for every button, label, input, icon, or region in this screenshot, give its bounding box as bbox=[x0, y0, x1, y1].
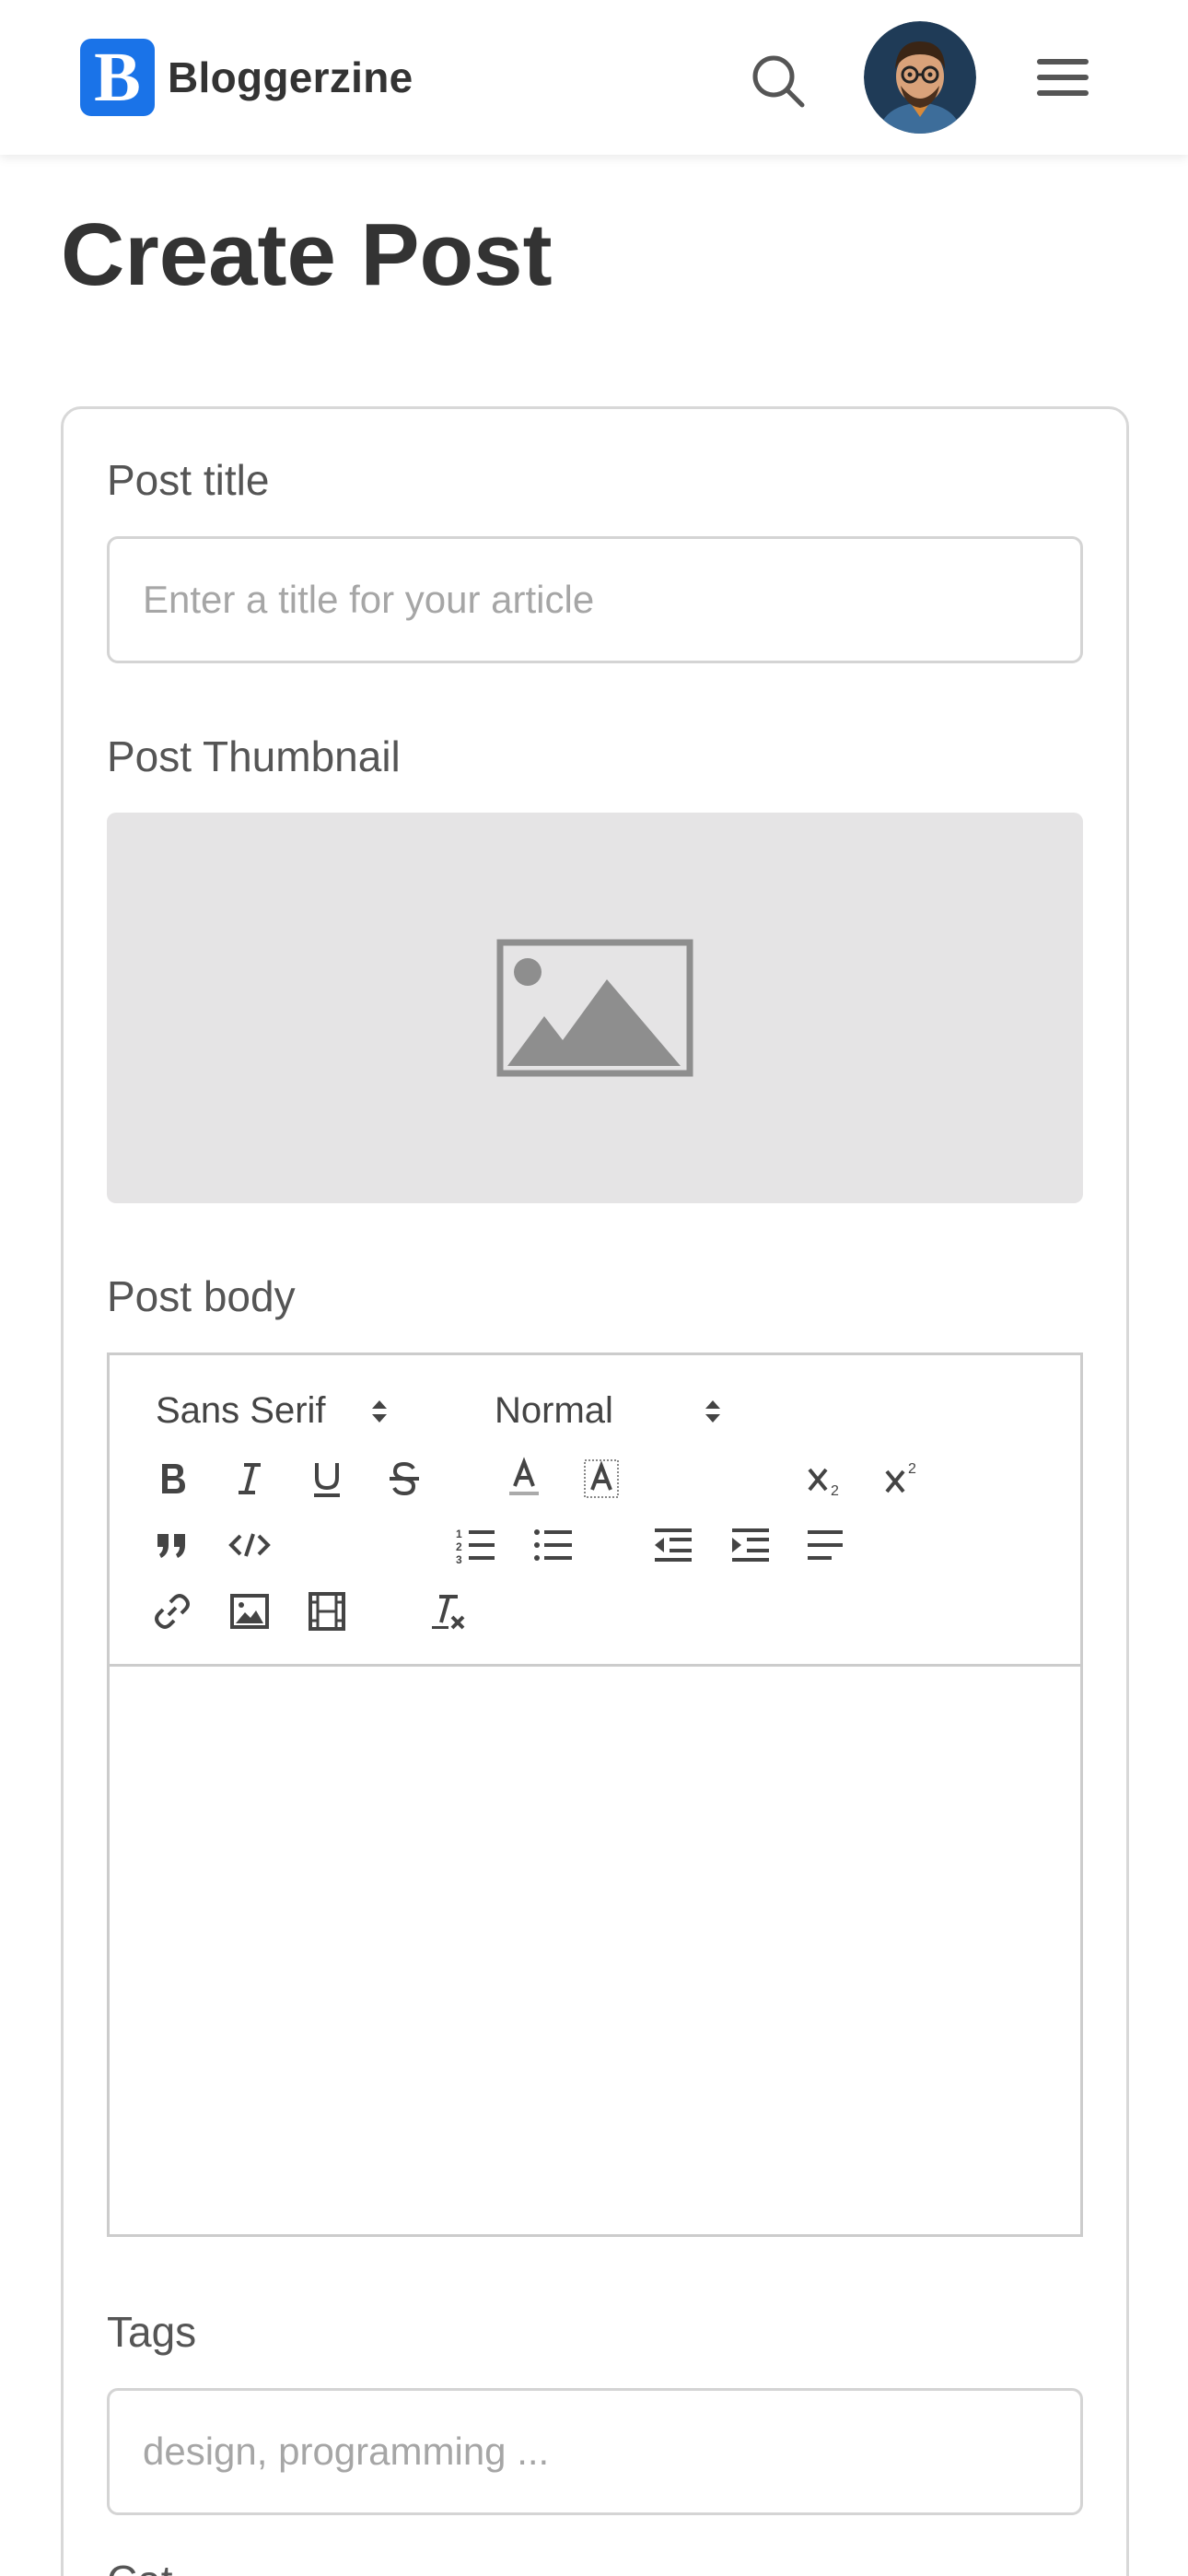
brand-logo-icon: B bbox=[80, 39, 155, 116]
bold-icon bbox=[162, 1464, 185, 1493]
bullet-list-icon bbox=[534, 1529, 572, 1561]
code-icon bbox=[228, 1533, 271, 1557]
category-label-partial: Cat bbox=[107, 2556, 173, 2576]
highlight-icon bbox=[584, 1459, 619, 1498]
indent-icon bbox=[732, 1528, 769, 1562]
blockquote-button[interactable] bbox=[143, 1516, 202, 1575]
italic-button[interactable] bbox=[220, 1449, 279, 1508]
svg-text:1: 1 bbox=[456, 1528, 462, 1540]
image-icon bbox=[230, 1594, 269, 1629]
clear-format-icon bbox=[432, 1595, 465, 1630]
post-thumbnail-label: Post Thumbnail bbox=[107, 732, 401, 780]
post-body-label: Post body bbox=[107, 1272, 296, 1320]
code-button[interactable] bbox=[220, 1516, 279, 1575]
svg-text:2: 2 bbox=[908, 1461, 916, 1477]
svg-text:2: 2 bbox=[831, 1483, 839, 1499]
italic-icon bbox=[239, 1463, 261, 1494]
font-family-value: Sans Serif bbox=[156, 1389, 326, 1431]
bold-button[interactable] bbox=[143, 1449, 202, 1508]
avatar[interactable] bbox=[864, 21, 976, 134]
select-arrows-icon bbox=[372, 1400, 387, 1423]
align-icon bbox=[808, 1530, 843, 1560]
blockquote-icon bbox=[157, 1534, 185, 1558]
link-icon bbox=[155, 1594, 190, 1629]
video-icon bbox=[309, 1592, 345, 1631]
strikethrough-icon bbox=[390, 1461, 419, 1496]
superscript-icon: 2 bbox=[885, 1461, 916, 1493]
brand[interactable]: B Bloggerzine bbox=[80, 39, 413, 116]
bullet-list-button[interactable] bbox=[524, 1516, 583, 1575]
brand-logo-letter: B bbox=[94, 39, 141, 116]
brand-name: Bloggerzine bbox=[168, 53, 413, 101]
navbar: B Bloggerzine bbox=[0, 0, 1188, 155]
subscript-icon: 2 bbox=[808, 1468, 839, 1499]
select-arrows-icon bbox=[705, 1400, 720, 1423]
menu-button[interactable] bbox=[1035, 55, 1092, 100]
outdent-icon bbox=[655, 1528, 692, 1562]
thumbnail-upload[interactable] bbox=[107, 813, 1083, 1203]
tags-label: Tags bbox=[107, 2308, 197, 2356]
editor-toolbar: Sans Serif Normal 2 2 1 2 3 bbox=[110, 1355, 1080, 1667]
insert-image-button[interactable] bbox=[220, 1582, 279, 1641]
editor-content-area[interactable] bbox=[110, 1667, 1080, 2234]
post-title-label: Post title bbox=[107, 456, 270, 504]
align-button[interactable] bbox=[797, 1516, 856, 1575]
underline-button[interactable] bbox=[297, 1449, 356, 1508]
indent-button[interactable] bbox=[721, 1516, 780, 1575]
font-family-select[interactable]: Sans Serif bbox=[156, 1383, 395, 1438]
post-title-input[interactable] bbox=[107, 536, 1083, 663]
font-size-value: Normal bbox=[495, 1389, 613, 1431]
image-placeholder-icon bbox=[496, 939, 693, 1077]
tags-input[interactable] bbox=[107, 2388, 1083, 2515]
svg-text:2: 2 bbox=[456, 1540, 462, 1553]
page-title: Create Post bbox=[61, 205, 553, 304]
link-button[interactable] bbox=[143, 1582, 202, 1641]
rich-text-editor: Sans Serif Normal 2 2 1 2 3 bbox=[107, 1352, 1083, 2237]
svg-text:3: 3 bbox=[456, 1553, 462, 1566]
avatar-image bbox=[864, 21, 976, 134]
clear-format-button[interactable] bbox=[417, 1582, 476, 1641]
ordered-list-icon: 1 2 3 bbox=[456, 1528, 495, 1566]
search-icon bbox=[752, 55, 805, 108]
text-color-icon bbox=[509, 1457, 539, 1495]
superscript-button[interactable]: 2 bbox=[874, 1449, 933, 1508]
strikethrough-button[interactable] bbox=[375, 1449, 434, 1508]
text-color-button[interactable] bbox=[495, 1449, 553, 1508]
highlight-button[interactable] bbox=[572, 1449, 631, 1508]
outdent-button[interactable] bbox=[644, 1516, 703, 1575]
ordered-list-button[interactable]: 1 2 3 bbox=[447, 1516, 506, 1575]
search-button[interactable] bbox=[751, 53, 808, 111]
insert-video-button[interactable] bbox=[297, 1582, 356, 1641]
subscript-button[interactable]: 2 bbox=[797, 1449, 856, 1508]
font-size-select[interactable]: Normal bbox=[495, 1383, 734, 1438]
underline-icon bbox=[314, 1463, 340, 1497]
hamburger-menu-icon bbox=[1037, 59, 1089, 96]
